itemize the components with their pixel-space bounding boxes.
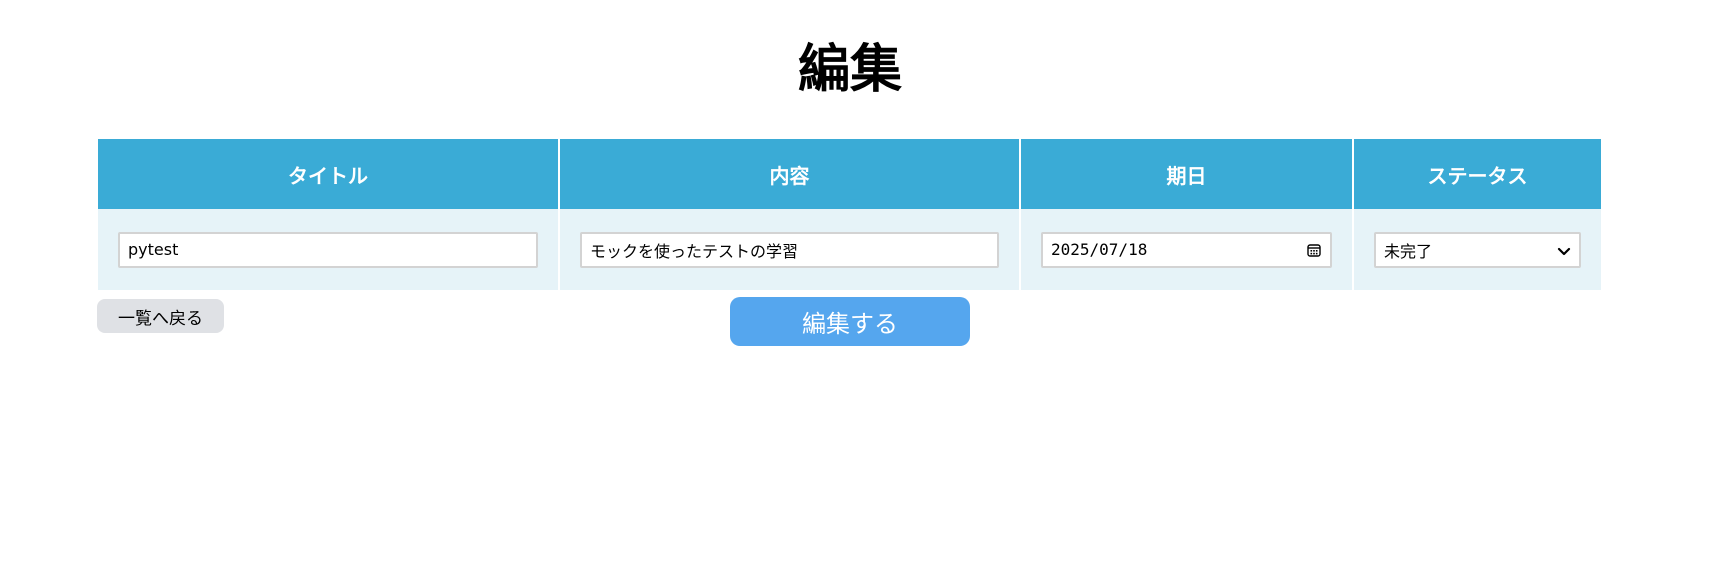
header-title: タイトル [98, 139, 560, 209]
status-selected-value: 未完了 [1384, 241, 1433, 261]
edit-page: 編集 タイトル 内容 期日 ステータス pytest モックを使ったテストの学習… [0, 0, 1736, 577]
calendar-icon[interactable] [1306, 242, 1322, 258]
header-content: 内容 [559, 139, 1021, 209]
due-date-cell: 2025/07/18 [1020, 209, 1354, 290]
title-input-value: pytest [128, 240, 179, 259]
due-date-value: 2025/07/18 [1051, 240, 1148, 259]
status-cell: 未完了 [1353, 209, 1601, 290]
header-due-date: 期日 [1020, 139, 1354, 209]
chevron-down-icon [1557, 243, 1571, 257]
submit-edit-button[interactable]: 編集する [730, 297, 970, 346]
title-cell: pytest [98, 209, 560, 290]
content-cell: モックを使ったテストの学習 [559, 209, 1021, 290]
content-input-value: モックを使ったテストの学習 [590, 241, 799, 261]
title-input[interactable]: pytest [118, 231, 538, 268]
header-status: ステータス [1353, 139, 1601, 209]
content-input[interactable]: モックを使ったテストの学習 [580, 231, 999, 268]
edit-table: タイトル 内容 期日 ステータス pytest モックを使ったテストの学習 20… [98, 139, 1601, 290]
back-to-list-button[interactable]: 一覧へ戻る [97, 299, 224, 333]
status-select[interactable]: 未完了 [1374, 231, 1581, 268]
table-row: pytest モックを使ったテストの学習 2025/07/18 未完了 [98, 209, 1601, 290]
page-title: 編集 [797, 40, 902, 100]
due-date-input[interactable]: 2025/07/18 [1041, 231, 1332, 268]
table-header-row: タイトル 内容 期日 ステータス [98, 139, 1601, 209]
